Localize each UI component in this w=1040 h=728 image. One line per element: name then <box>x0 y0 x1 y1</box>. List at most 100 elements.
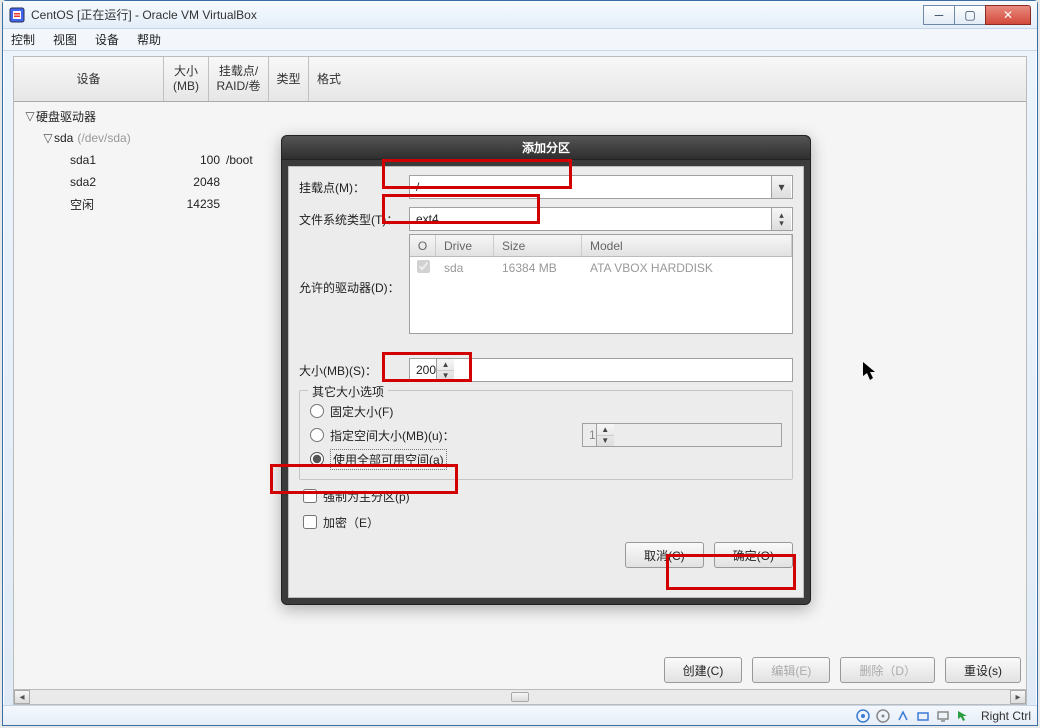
spin-down-icon: ▼ <box>597 436 614 447</box>
col-model[interactable]: Model <box>582 235 792 256</box>
partition-columns-header: 设备 大小 (MB) 挂载点/ RAID/卷 类型 格式 <box>14 57 1026 102</box>
ok-button[interactable]: 确定(O) <box>714 542 793 568</box>
reset-button[interactable]: 重设(s) <box>945 657 1021 683</box>
col-device[interactable]: 设备 <box>14 57 164 101</box>
twisty-icon[interactable]: ▽ <box>42 131 54 145</box>
usb-icon[interactable] <box>895 708 911 724</box>
menubar: 控制 视图 设备 帮助 <box>3 29 1037 51</box>
scroll-thumb[interactable] <box>511 692 529 702</box>
virtualbox-window: CentOS [正在运行] - Oracle VM VirtualBox ─ ▢… <box>2 0 1038 726</box>
dialog-body: 挂载点(M)： / ▾ 文件系统类型(T)： ext4 ▴▾ 允许的驱动器(D)… <box>288 166 804 598</box>
opt-fillall-row[interactable]: 使用全部可用空间(a) <box>310 447 782 471</box>
opt-fillall-radio[interactable] <box>310 452 324 466</box>
fstype-value: ext4 <box>416 212 439 226</box>
opt-fixed-row[interactable]: 固定大小(F) <box>310 399 782 423</box>
close-button[interactable]: ✕ <box>985 5 1031 25</box>
spin-down-icon[interactable]: ▼ <box>437 371 454 382</box>
display-icon[interactable] <box>935 708 951 724</box>
col-drive[interactable]: Drive <box>436 235 494 256</box>
fstype-combo[interactable]: ext4 ▴▾ <box>409 207 793 231</box>
col-type[interactable]: 类型 <box>269 57 309 101</box>
drive-model: ATA VBOX HARDDISK <box>582 261 792 275</box>
menu-control[interactable]: 控制 <box>11 31 35 48</box>
force-primary-checkbox[interactable] <box>303 489 317 503</box>
opt-fillto-radio[interactable] <box>310 428 324 442</box>
col-size[interactable]: 大小 (MB) <box>164 57 209 101</box>
col-drive-size[interactable]: Size <box>494 235 582 256</box>
fillto-value: 1 <box>589 428 596 442</box>
encrypt-row[interactable]: 加密（E） <box>303 510 789 534</box>
tree-root-row[interactable]: ▽ 硬盘驱动器 <box>14 105 274 127</box>
updown-icon[interactable]: ▴▾ <box>771 208 791 230</box>
menu-devices[interactable]: 设备 <box>95 31 119 48</box>
size-options-group: 其它大小选项 固定大小(F) 指定空间大小(MB)(u)： 1 ▲▼ <box>299 390 793 480</box>
dialog-title[interactable]: 添加分区 <box>282 136 810 160</box>
opt-fixed-label: 固定大小(F) <box>330 403 393 420</box>
hostkey-label: Right Ctrl <box>981 709 1031 723</box>
fstype-label: 文件系统类型(T)： <box>299 211 409 228</box>
opt-fillto-row[interactable]: 指定空间大小(MB)(u)： 1 ▲▼ <box>310 423 782 447</box>
opt-fixed-radio[interactable] <box>310 404 324 418</box>
part-size: 100 <box>171 153 226 167</box>
mountpoint-value: / <box>416 180 419 194</box>
menu-help[interactable]: 帮助 <box>137 31 161 48</box>
size-spinbox[interactable]: 200 ▲▼ <box>409 358 793 382</box>
optical-icon[interactable] <box>875 708 891 724</box>
part-size: 2048 <box>171 175 226 189</box>
mountpoint-combo[interactable]: / ▾ <box>409 175 793 199</box>
tree-sda-row[interactable]: ▽ sda (/dev/sda) <box>14 127 274 149</box>
part-name: sda2 <box>70 175 96 189</box>
drive-name: sda <box>436 261 494 275</box>
size-value: 200 <box>416 363 436 377</box>
col-mountpoint[interactable]: 挂载点/ RAID/卷 <box>209 57 269 101</box>
titlebar[interactable]: CentOS [正在运行] - Oracle VM VirtualBox ─ ▢… <box>3 1 1037 29</box>
drive-checkbox <box>417 260 430 273</box>
col-check[interactable]: O <box>410 235 436 256</box>
cursor-icon <box>863 362 877 382</box>
mouse-capture-icon[interactable] <box>955 708 971 724</box>
tree-root-label: 硬盘驱动器 <box>36 108 96 125</box>
part-size: 14235 <box>171 197 226 211</box>
minimize-button[interactable]: ─ <box>923 5 955 25</box>
scroll-left-icon[interactable]: ◂ <box>14 690 30 704</box>
tree-row[interactable]: sda1 100 /boot <box>14 149 274 171</box>
chevron-down-icon[interactable]: ▾ <box>771 176 791 198</box>
create-button[interactable]: 创建(C) <box>664 657 743 683</box>
size-label: 大小(MB)(S)： <box>299 362 409 379</box>
part-mount: /boot <box>226 153 274 167</box>
tree-sda-label: sda <box>54 131 73 145</box>
menu-view[interactable]: 视图 <box>53 31 77 48</box>
cancel-button[interactable]: 取消(C) <box>625 542 704 568</box>
hdd-icon[interactable] <box>855 708 871 724</box>
drive-size: 16384 MB <box>494 261 582 275</box>
allowed-drives-table[interactable]: O Drive Size Model sda 16384 MB ATA VBOX… <box>409 234 793 334</box>
twisty-icon[interactable]: ▽ <box>24 109 36 123</box>
size-options-legend: 其它大小选项 <box>308 383 388 400</box>
encrypt-checkbox[interactable] <box>303 515 317 529</box>
edit-button: 编辑(E) <box>752 657 830 683</box>
allowed-drives-label: 允许的驱动器(D)： <box>299 235 409 296</box>
col-format[interactable]: 格式 <box>309 57 349 101</box>
app-icon <box>9 7 25 23</box>
part-name: sda1 <box>70 153 96 167</box>
force-primary-label: 强制为主分区(p) <box>323 488 410 505</box>
partition-tree[interactable]: ▽ 硬盘驱动器 ▽ sda (/dev/sda) sda1 100 /boot … <box>14 105 274 215</box>
drive-row[interactable]: sda 16384 MB ATA VBOX HARDDISK <box>410 257 792 279</box>
spin-up-icon[interactable]: ▲ <box>437 359 454 371</box>
delete-button: 删除（D） <box>840 657 935 683</box>
maximize-button[interactable]: ▢ <box>954 5 986 25</box>
installer-buttons: 创建(C) 编辑(E) 删除（D） 重设(s) <box>664 657 1021 683</box>
opt-fillall-label: 使用全部可用空间(a) <box>330 449 447 470</box>
force-primary-row[interactable]: 强制为主分区(p) <box>303 484 789 508</box>
tree-sda-dev: (/dev/sda) <box>77 131 130 145</box>
shared-folder-icon[interactable] <box>915 708 931 724</box>
tree-row[interactable]: sda2 2048 <box>14 171 274 193</box>
horizontal-scrollbar[interactable]: ◂ ▸ <box>13 689 1027 705</box>
opt-fillto-label: 指定空间大小(MB)(u)： <box>330 427 455 444</box>
encrypt-label: 加密（E） <box>323 514 379 531</box>
window-title: CentOS [正在运行] - Oracle VM VirtualBox <box>31 6 257 23</box>
statusbar: Right Ctrl <box>3 705 1037 725</box>
tree-row[interactable]: 空闲 14235 <box>14 193 274 215</box>
scroll-right-icon[interactable]: ▸ <box>1010 690 1026 704</box>
scroll-track[interactable] <box>30 690 1010 704</box>
